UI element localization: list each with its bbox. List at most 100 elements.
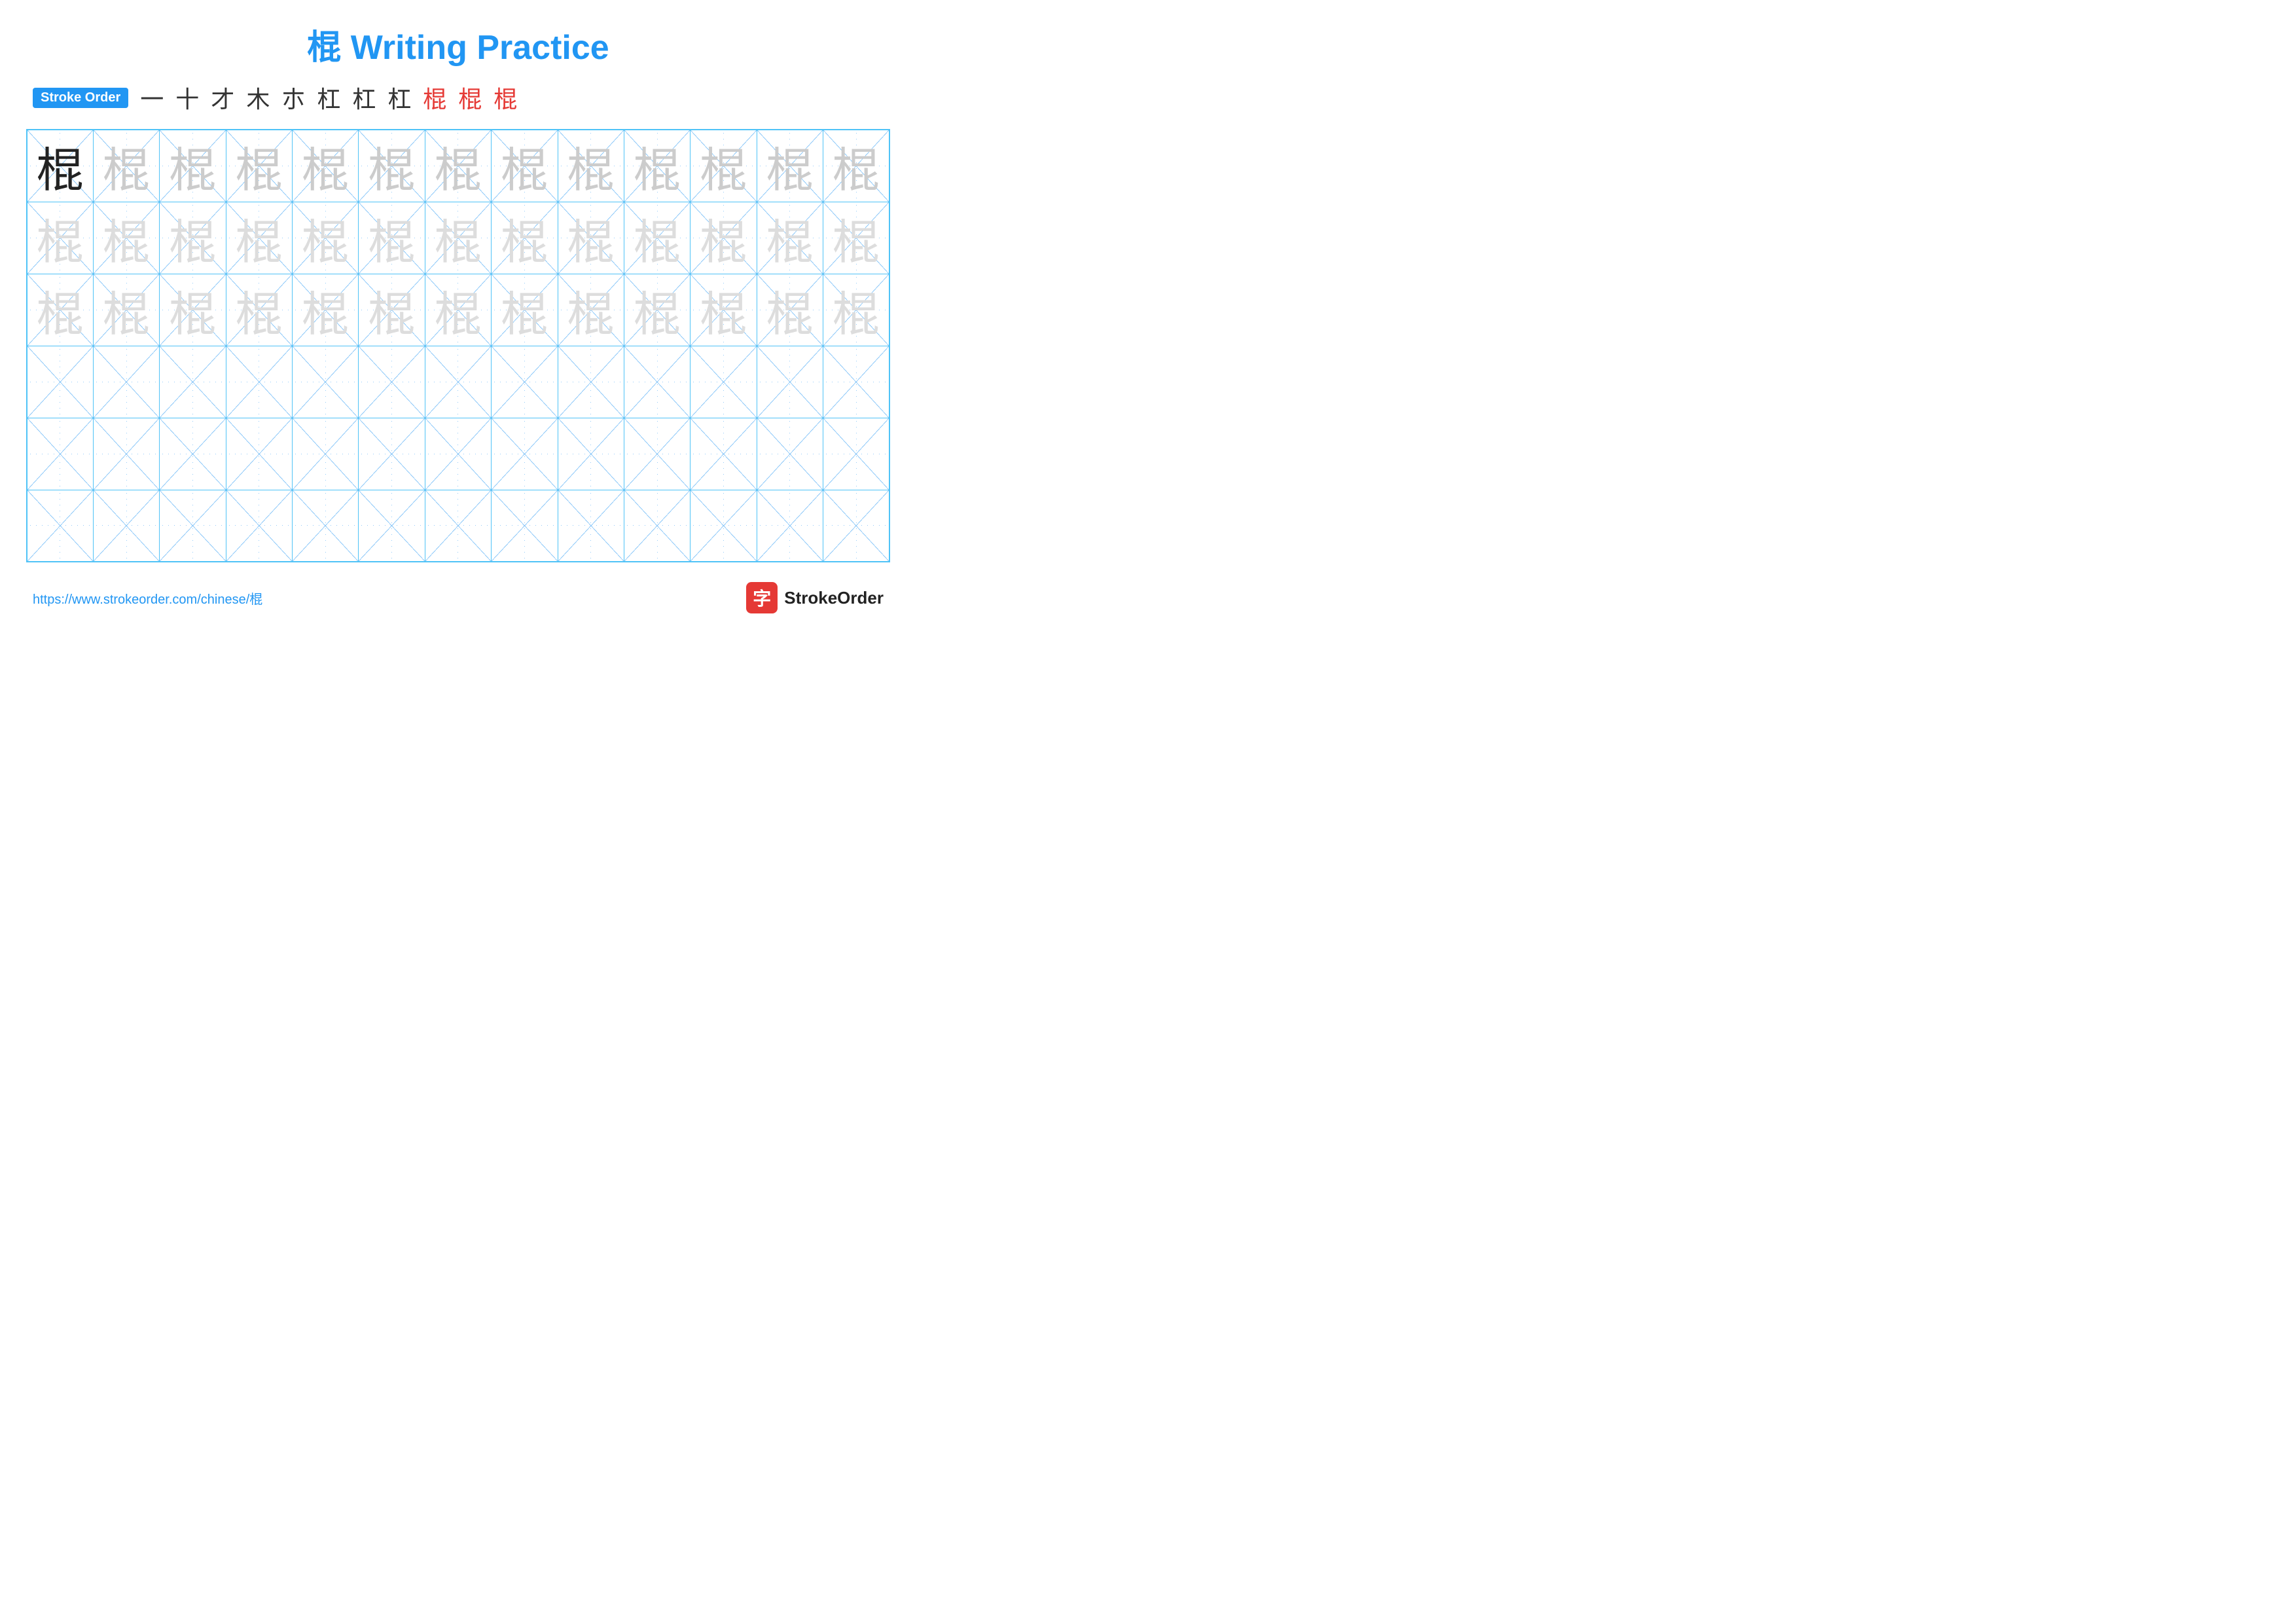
- grid-cell[interactable]: 棍: [691, 418, 757, 490]
- grid-cell[interactable]: 棍: [293, 418, 359, 490]
- grid-cell[interactable]: 棍: [492, 346, 558, 418]
- stroke-step-1: 一: [140, 81, 164, 115]
- grid-cell[interactable]: 棍: [691, 274, 757, 346]
- grid-cell[interactable]: 棍: [757, 418, 823, 490]
- grid-cell[interactable]: 棍: [558, 346, 624, 418]
- grid-cell[interactable]: 棍: [293, 490, 359, 562]
- grid-cell[interactable]: 棍: [160, 490, 226, 562]
- grid-cell[interactable]: 棍: [27, 274, 93, 346]
- grid-cell[interactable]: 棍: [558, 130, 624, 202]
- grid-cell[interactable]: 棍: [624, 490, 690, 562]
- footer: https://www.strokeorder.com/chinese/棍 字 …: [26, 582, 890, 613]
- stroke-step-10: 棍: [458, 81, 482, 115]
- grid-cell[interactable]: 棍: [492, 130, 558, 202]
- grid-cell[interactable]: 棍: [691, 130, 757, 202]
- table-row: 棍 棍 棍 棍 棍 棍 棍 棍 棍 棍 棍 棍 棍: [27, 346, 889, 418]
- grid-cell[interactable]: 棍: [93, 130, 159, 202]
- table-row: 棍 棍 棍 棍 棍 棍 棍 棍 棍 棍 棍 棍 棍: [27, 274, 889, 346]
- grid-cell[interactable]: 棍: [757, 346, 823, 418]
- grid-cell[interactable]: 棍: [624, 202, 690, 274]
- grid-cell[interactable]: 棍: [226, 274, 292, 346]
- grid-cell[interactable]: 棍: [226, 130, 292, 202]
- stroke-step-9: 棍: [423, 81, 446, 115]
- stroke-order-badge: Stroke Order: [33, 88, 128, 108]
- grid-cell[interactable]: 棍: [293, 274, 359, 346]
- grid-cell[interactable]: 棍: [226, 202, 292, 274]
- grid-cell[interactable]: 棍: [691, 346, 757, 418]
- grid-cell[interactable]: 棍: [425, 346, 491, 418]
- grid-cell[interactable]: 棍: [93, 274, 159, 346]
- grid-cell[interactable]: 棍: [624, 130, 690, 202]
- stroke-step-5: 朩: [281, 81, 305, 115]
- stroke-step-4: 木: [246, 81, 270, 115]
- grid-cell[interactable]: 棍: [27, 490, 93, 562]
- grid-cell[interactable]: 棍: [492, 418, 558, 490]
- page-title: 棍 Writing Practice: [26, 20, 890, 69]
- grid-cell[interactable]: 棍: [93, 346, 159, 418]
- grid-cell[interactable]: 棍: [823, 346, 890, 418]
- grid-cell[interactable]: 棍: [691, 202, 757, 274]
- grid-cell[interactable]: 棍: [27, 346, 93, 418]
- grid-cell[interactable]: 棍: [93, 202, 159, 274]
- grid-cell[interactable]: 棍: [425, 202, 491, 274]
- grid-cell[interactable]: 棍: [160, 202, 226, 274]
- grid-cell[interactable]: 棍: [624, 346, 690, 418]
- grid-cell[interactable]: 棍: [160, 418, 226, 490]
- grid-cell[interactable]: 棍: [425, 418, 491, 490]
- table-row: 棍 棍 棍 棍 棍 棍 棍 棍 棍 棍 棍 棍 棍: [27, 490, 889, 562]
- grid-cell[interactable]: 棍: [823, 490, 890, 562]
- grid-cell[interactable]: 棍: [757, 202, 823, 274]
- grid-cell[interactable]: 棍: [93, 490, 159, 562]
- grid-cell[interactable]: 棍: [293, 202, 359, 274]
- grid-cell[interactable]: 棍: [359, 418, 425, 490]
- grid-cell[interactable]: 棍: [492, 274, 558, 346]
- footer-brand-name: StrokeOrder: [784, 588, 884, 608]
- table-row: 棍 棍 棍 棍 棍 棍 棍 棍 棍 棍 棍 棍 棍: [27, 130, 889, 202]
- grid-cell[interactable]: 棍: [425, 130, 491, 202]
- grid-cell[interactable]: 棍: [359, 274, 425, 346]
- grid-cell[interactable]: 棍: [293, 130, 359, 202]
- stroke-step-6: 杠: [317, 81, 340, 115]
- grid-cell[interactable]: 棍: [823, 418, 890, 490]
- grid-cell[interactable]: 棍: [757, 274, 823, 346]
- grid-cell[interactable]: 棍: [226, 346, 292, 418]
- grid-cell[interactable]: 棍: [691, 490, 757, 562]
- grid-cell[interactable]: 棍: [425, 274, 491, 346]
- footer-brand: 字 StrokeOrder: [746, 582, 884, 613]
- grid-cell[interactable]: 棍: [359, 130, 425, 202]
- grid-cell[interactable]: 棍: [425, 490, 491, 562]
- grid-cell[interactable]: 棍: [624, 274, 690, 346]
- grid-cell[interactable]: 棍: [558, 490, 624, 562]
- grid-cell[interactable]: 棍: [160, 130, 226, 202]
- stroke-step-7: 杠: [352, 81, 376, 115]
- grid-cell[interactable]: 棍: [823, 202, 890, 274]
- grid-cell[interactable]: 棍: [160, 274, 226, 346]
- stroke-step-8: 杠: [387, 81, 411, 115]
- stroke-step-11: 棍: [493, 81, 517, 115]
- grid-cell[interactable]: 棍: [558, 274, 624, 346]
- grid-cell[interactable]: 棍: [359, 346, 425, 418]
- grid-cell[interactable]: 棍: [359, 202, 425, 274]
- grid-cell[interactable]: 棍: [359, 490, 425, 562]
- grid-cell[interactable]: 棍: [93, 418, 159, 490]
- grid-cell[interactable]: 棍: [757, 490, 823, 562]
- table-row: 棍 棍 棍 棍 棍 棍 棍 棍 棍 棍 棍 棍 棍: [27, 202, 889, 274]
- grid-cell[interactable]: 棍: [27, 202, 93, 274]
- stroke-step-2: 十: [175, 81, 199, 115]
- grid-cell[interactable]: 棍: [558, 418, 624, 490]
- grid-cell[interactable]: 棍: [160, 346, 226, 418]
- grid-cell[interactable]: 棍: [226, 490, 292, 562]
- grid-cell[interactable]: 棍: [823, 130, 890, 202]
- grid-cell[interactable]: 棍: [293, 346, 359, 418]
- grid-cell[interactable]: 棍: [492, 490, 558, 562]
- grid-cell[interactable]: 棍: [757, 130, 823, 202]
- stroke-order-row: Stroke Order 一 十 才 木 朩 杠 杠 杠 棍 棍 棍: [26, 81, 890, 115]
- grid-cell[interactable]: 棍: [558, 202, 624, 274]
- grid-cell[interactable]: 棍: [226, 418, 292, 490]
- grid-cell[interactable]: 棍: [27, 418, 93, 490]
- grid-cell[interactable]: 棍: [624, 418, 690, 490]
- footer-logo: 字: [746, 582, 778, 613]
- grid-cell[interactable]: 棍: [27, 130, 93, 202]
- grid-cell[interactable]: 棍: [492, 202, 558, 274]
- grid-cell[interactable]: 棍: [823, 274, 890, 346]
